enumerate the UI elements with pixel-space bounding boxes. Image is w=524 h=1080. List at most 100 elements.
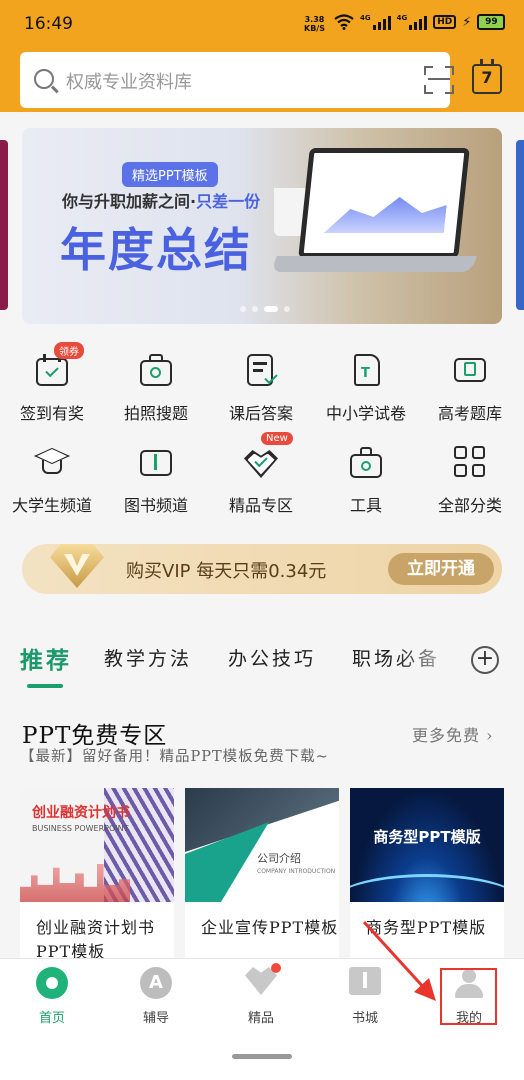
thumb-subtitle: BUSINESS POWERPOINT [32, 824, 129, 833]
scan-icon[interactable] [424, 66, 454, 94]
banner-headline: 年度总结 [60, 223, 252, 277]
open-book-icon [138, 444, 174, 480]
shortcut-label: 高考题库 [437, 404, 502, 423]
shortcut-badge: 领券 [54, 342, 84, 359]
laptop-base [271, 256, 477, 272]
tab-teaching-methods[interactable]: 教学方法 [104, 644, 192, 671]
vip-banner[interactable]: 购买VIP 每天只需0.34元 立即开通 [22, 544, 502, 594]
section-more-link[interactable]: 更多免费 › [412, 722, 494, 746]
shortcut-label: 签到有奖 [19, 404, 84, 423]
shortcut-premium[interactable]: New 精品专区 [209, 430, 313, 516]
home-indicator [232, 1054, 292, 1059]
shortcut-label: 精品专区 [228, 496, 293, 515]
banner-dot [284, 306, 290, 312]
shortcut-answers[interactable]: 课后答案 [209, 338, 313, 424]
nav-label: 首页 [38, 1011, 65, 1026]
thumb-subtitle: COMPANY INTRODUCTION [257, 868, 336, 875]
status-bar: 16:49 3.38 KB/S 4G 4G HD ⚡ 99 [0, 0, 524, 48]
laptop-screen [298, 148, 470, 258]
top-header: 16:49 3.38 KB/S 4G 4G HD ⚡ 99 权威专业资料库 7 [0, 0, 524, 112]
ppt-card[interactable]: 创业融资计划书 BUSINESS POWERPOINT 创业融资计划书PPT模板 [20, 788, 174, 958]
nav-label: 书城 [351, 1011, 378, 1026]
section-subtitle: 【最新】留好备用！精品PPT模板免费下载~ [20, 749, 329, 765]
question-bank-icon [452, 352, 488, 388]
card-title: 商务型PPT模版 [366, 918, 487, 937]
signal-label-1: 4G [360, 14, 371, 22]
card-thumbnail: 商务型PPT模版 [350, 788, 504, 902]
sign-in-calendar-icon: 领券 [34, 342, 84, 388]
network-speed: 3.38 KB/S [304, 15, 325, 33]
promo-banner[interactable]: 精选PPT模板 你与升职加薪之间·只差一份 年度总结 [22, 128, 502, 324]
shortcut-label: 工具 [349, 496, 382, 515]
banner-dot [252, 306, 258, 312]
tab-office-skills[interactable]: 办公技巧 [228, 644, 316, 671]
hd-icon: HD [433, 15, 457, 29]
section-more-label: 更多免费 [412, 726, 481, 745]
vip-text: 购买VIP 每天只需0.34元 [126, 561, 327, 582]
shortcut-label: 课后答案 [228, 404, 293, 423]
bookstore-icon [349, 967, 381, 999]
shortcut-badge: New [261, 432, 293, 445]
ppt-card[interactable]: 商务型PPT模版 商务型PPT模版 [350, 788, 504, 958]
chevron-right-icon: › [486, 726, 494, 745]
nav-tutoring[interactable]: A 辅导 [116, 967, 196, 1026]
battery-icon: 99 [477, 14, 506, 30]
signal-label-2: 4G [396, 14, 408, 22]
status-time: 16:49 [24, 14, 73, 34]
shortcut-label: 大学生频道 [11, 496, 92, 515]
shortcut-college[interactable]: 大学生频道 [0, 430, 104, 516]
tab-fade-overlay [396, 636, 466, 680]
premium-icon [245, 963, 281, 999]
vip-gem-icon [38, 538, 116, 598]
search-icon [34, 69, 54, 89]
tab-recommend[interactable]: 推荐 [20, 641, 72, 675]
shortcut-gaokao-bank[interactable]: 高考题库 [418, 338, 522, 424]
card-title: 企业宣传PPT模板 [201, 918, 339, 937]
banner-next-peek [516, 140, 524, 310]
shortcut-sign-in[interactable]: 领券 签到有奖 [0, 338, 104, 424]
graduation-cap-icon [34, 444, 70, 480]
nav-premium[interactable]: 精品 [221, 963, 301, 1026]
laptop-illustration [271, 148, 477, 288]
signal-icon-2: 4G [397, 14, 428, 30]
add-tab-icon[interactable]: + [471, 646, 499, 674]
answer-checklist-icon [243, 352, 279, 388]
status-icons: 4G 4G HD ⚡ 99 [334, 14, 506, 30]
thumb-title: 创业融资计划书 [32, 805, 130, 821]
ppt-card[interactable]: 公司介绍 COMPANY INTRODUCTION 企业宣传PPT模板 [185, 788, 339, 958]
search-placeholder: 权威专业资料库 [66, 72, 192, 93]
banner-tagline-prefix: 你与升职加薪之间· [62, 192, 197, 211]
nav-home[interactable]: 首页 [12, 967, 92, 1026]
nav-bookstore[interactable]: 书城 [325, 967, 405, 1026]
premium-heart-icon: New [243, 432, 293, 480]
shortcut-books[interactable]: 图书频道 [104, 430, 208, 516]
test-paper-icon: T [348, 352, 384, 388]
thumb-title: 商务型PPT模版 [373, 828, 481, 846]
card-thumbnail: 创业融资计划书 BUSINESS POWERPOINT [20, 788, 174, 902]
shortcut-photo-search[interactable]: 拍照搜题 [104, 338, 208, 424]
shortcut-tools[interactable]: 工具 [314, 430, 418, 516]
search-bar[interactable]: 权威专业资料库 [20, 52, 454, 108]
wifi-icon [334, 14, 354, 30]
tutoring-icon: A [140, 967, 172, 999]
shortcut-label: 中小学试卷 [325, 404, 406, 423]
nav-label: 辅导 [142, 1011, 169, 1026]
net-speed-unit: KB/S [304, 24, 325, 33]
camera-search-icon [138, 352, 174, 388]
shortcut-label: 拍照搜题 [123, 404, 188, 423]
net-speed-value: 3.38 [304, 15, 325, 24]
card-title: 创业融资计划书PPT模板 [36, 918, 156, 958]
category-tabs: 推荐 教学方法 办公技巧 职场必备 + [0, 636, 524, 688]
thumb-title: 公司介绍 [257, 852, 301, 865]
signal-icon-1: 4G [360, 14, 391, 30]
vip-open-button[interactable]: 立即开通 [388, 553, 494, 585]
shortcut-all-categories[interactable]: 全部分类 [418, 430, 522, 516]
shortcut-label: 图书频道 [123, 496, 188, 515]
banner-prev-peek [0, 140, 8, 310]
card-thumbnail: 公司介绍 COMPANY INTRODUCTION [185, 788, 339, 902]
shortcut-school-papers[interactable]: T 中小学试卷 [314, 338, 418, 424]
calendar-icon[interactable]: 7 [472, 59, 502, 94]
active-tab-indicator [27, 684, 63, 688]
shortcut-label: 全部分类 [437, 496, 502, 515]
all-categories-grid-icon [452, 444, 488, 480]
